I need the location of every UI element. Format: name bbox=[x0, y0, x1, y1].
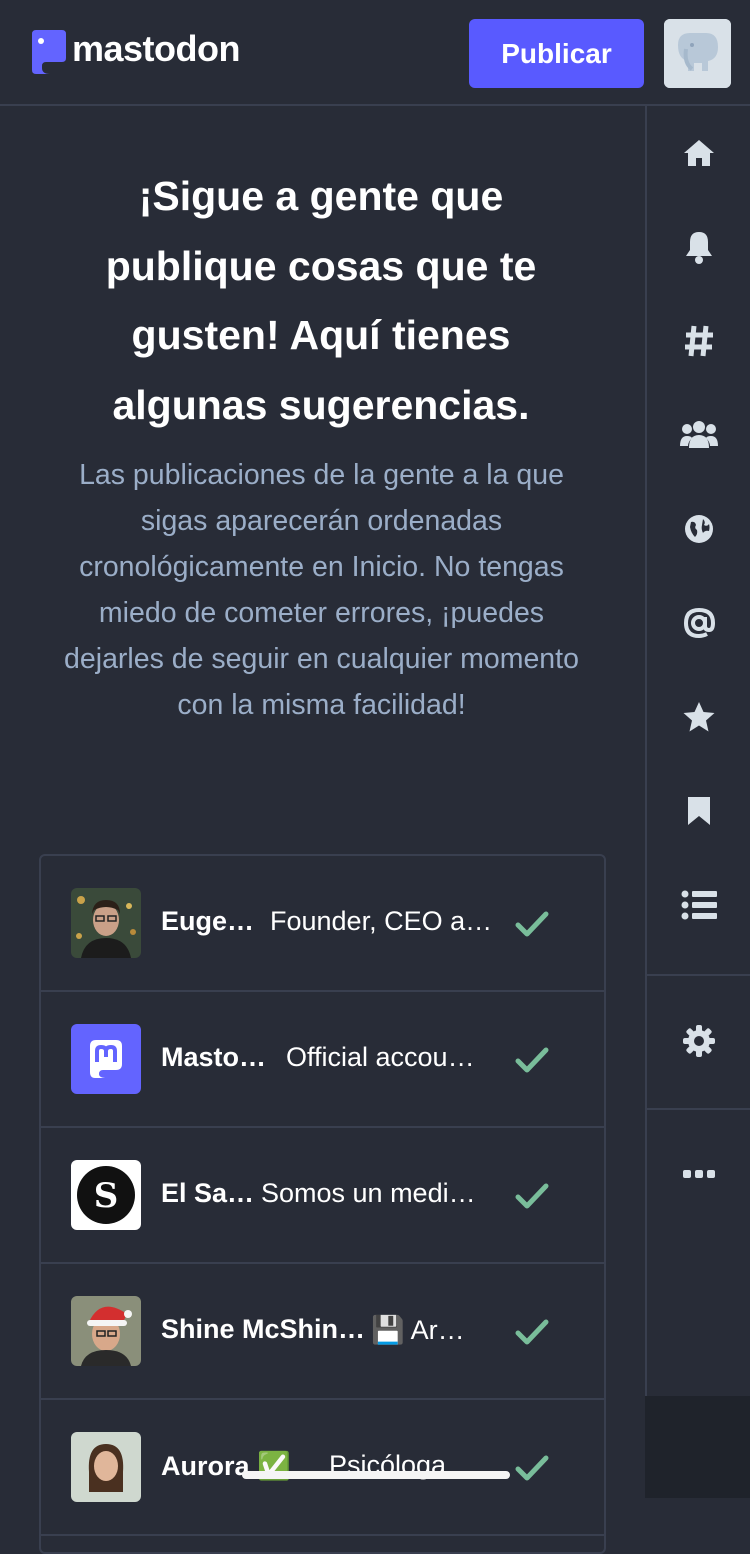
nav-local[interactable] bbox=[647, 404, 750, 464]
ellipsis-icon bbox=[682, 1170, 715, 1178]
el-salto-logo-icon: S bbox=[71, 1160, 141, 1230]
account-bio: Somos un medi… bbox=[261, 1178, 476, 1208]
list-icon bbox=[681, 890, 717, 920]
account-avatar[interactable] bbox=[71, 1024, 141, 1094]
bell-icon bbox=[685, 232, 712, 264]
mastodon-logo-icon bbox=[71, 1024, 141, 1094]
nav-mentions[interactable] bbox=[647, 593, 750, 653]
svg-text:S: S bbox=[94, 1176, 119, 1216]
suggestion-row[interactable]: Masto… Official accou… bbox=[41, 992, 604, 1128]
account-avatar[interactable]: S bbox=[71, 1160, 141, 1230]
account-name[interactable]: El Sa… bbox=[161, 1178, 254, 1209]
profile-photo-icon bbox=[71, 1432, 141, 1502]
nav-federated[interactable] bbox=[647, 499, 750, 559]
mastodon-logo[interactable]: mastodon bbox=[28, 26, 241, 78]
nav-notifications[interactable] bbox=[647, 217, 750, 277]
account-avatar[interactable] bbox=[71, 888, 141, 958]
at-icon bbox=[683, 607, 715, 639]
account-bio: 💾 Ar… bbox=[371, 1315, 465, 1345]
onboarding-description: Las publicaciones de la gente a la que s… bbox=[64, 459, 579, 721]
home-icon bbox=[683, 140, 714, 166]
sidebar-divider bbox=[647, 1108, 750, 1110]
nav-home[interactable] bbox=[647, 123, 750, 183]
profile-photo-icon bbox=[71, 1296, 141, 1366]
users-icon bbox=[679, 421, 718, 448]
logo-text: mastodon bbox=[72, 28, 241, 69]
nav-lists[interactable] bbox=[647, 875, 750, 935]
nav-preferences[interactable] bbox=[647, 1011, 750, 1071]
navigation-sidebar bbox=[645, 106, 750, 1396]
account-bio: Founder, CEO a… bbox=[270, 906, 493, 936]
suggestion-row[interactable]: Shine McShin… 💾 Ar… bbox=[41, 1264, 604, 1400]
elephant-avatar-icon bbox=[664, 19, 731, 88]
nav-explore[interactable] bbox=[647, 311, 750, 371]
followed-check-icon[interactable] bbox=[515, 1046, 549, 1074]
user-avatar[interactable] bbox=[664, 19, 731, 88]
suggestion-row[interactable]: S El Sa… Somos un medi… bbox=[41, 1128, 604, 1264]
main-column: ¡Sigue a gente que publique cosas que te… bbox=[0, 106, 645, 1554]
followed-check-icon[interactable] bbox=[515, 1454, 549, 1482]
bookmark-icon bbox=[687, 797, 710, 825]
hashtag-icon bbox=[684, 325, 713, 357]
account-avatar[interactable] bbox=[71, 1432, 141, 1502]
globe-icon bbox=[684, 515, 713, 543]
account-bio: Official accou… bbox=[286, 1042, 475, 1072]
star-icon bbox=[683, 702, 714, 732]
nav-favourites[interactable] bbox=[647, 687, 750, 747]
home-indicator[interactable] bbox=[242, 1471, 510, 1479]
followed-check-icon[interactable] bbox=[515, 1182, 549, 1210]
account-avatar[interactable] bbox=[71, 1296, 141, 1366]
nav-more[interactable] bbox=[647, 1144, 750, 1204]
profile-photo-icon bbox=[71, 888, 141, 958]
suggestions-list: Euge… Founder, CEO a… Masto… Official ac… bbox=[39, 854, 606, 1554]
account-name[interactable]: Euge… bbox=[161, 906, 254, 937]
followed-check-icon[interactable] bbox=[515, 910, 549, 938]
suggestion-row[interactable]: Aurora ✅ Psicóloga bbox=[41, 1400, 604, 1536]
onboarding-title: ¡Sigue a gente que publique cosas que te… bbox=[105, 173, 537, 428]
top-bar: mastodon Publicar bbox=[0, 0, 750, 106]
gear-icon bbox=[682, 1025, 715, 1057]
account-name[interactable]: Shine McShin… bbox=[161, 1314, 365, 1345]
sidebar-footer bbox=[645, 1396, 750, 1498]
mastodon-logo-icon bbox=[32, 30, 66, 74]
nav-bookmarks[interactable] bbox=[647, 781, 750, 841]
suggestion-row[interactable]: Euge… Founder, CEO a… bbox=[41, 856, 604, 992]
sidebar-divider bbox=[647, 974, 750, 976]
followed-check-icon[interactable] bbox=[515, 1318, 549, 1346]
account-name[interactable]: Masto… bbox=[161, 1042, 266, 1073]
publish-button[interactable]: Publicar bbox=[469, 19, 644, 88]
